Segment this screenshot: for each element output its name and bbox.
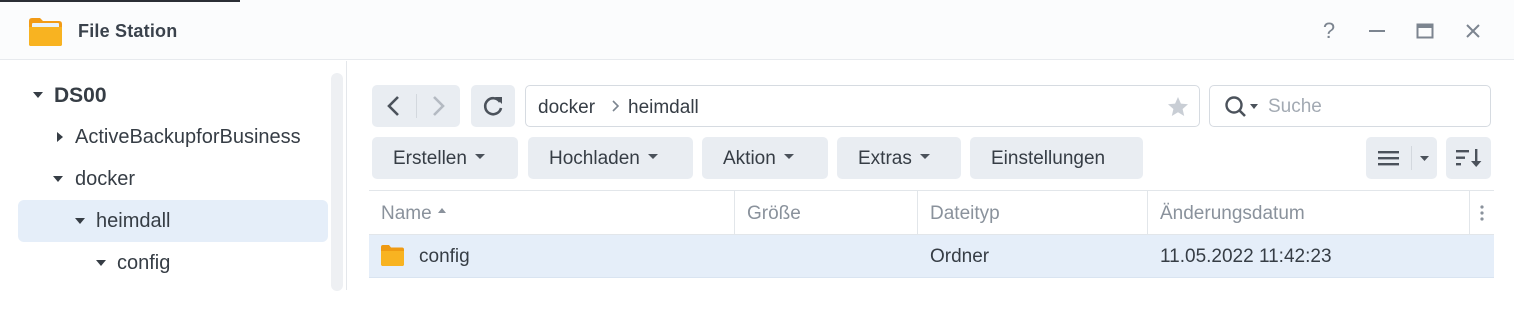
column-header-label: Größe: [747, 203, 801, 224]
search-input[interactable]: [1268, 94, 1478, 120]
favorite-star-icon[interactable]: [1166, 95, 1190, 119]
sidebar-scrollbar[interactable]: [331, 73, 343, 291]
minimize-icon: [1369, 30, 1385, 32]
forward-button[interactable]: [416, 85, 460, 127]
column-header-label: Name: [381, 203, 432, 224]
tree-item-label: DS00: [54, 84, 107, 107]
maximize-icon: [1416, 23, 1434, 39]
column-header-size[interactable]: Größe: [735, 191, 918, 234]
table-row[interactable]: config Ordner 11.05.2022 11:42:23: [369, 235, 1494, 278]
pane-divider[interactable]: [346, 61, 347, 290]
file-modified: 11.05.2022 11:42:23: [1160, 246, 1332, 267]
column-header-name[interactable]: Name: [369, 191, 735, 234]
dropdown-caret-icon: [474, 154, 485, 160]
expanded-arrow-icon: [53, 176, 63, 182]
more-vertical-icon: [1480, 205, 1484, 221]
column-header-type[interactable]: Dateityp: [918, 191, 1148, 234]
close-button[interactable]: [1460, 18, 1486, 44]
tree-item-ds00[interactable]: DS00: [18, 74, 328, 116]
list-view-icon: [1378, 146, 1429, 170]
refresh-button[interactable]: [471, 85, 515, 127]
table-header: Name Größe Dateityp Änderungsdatum: [369, 190, 1494, 235]
breadcrumb-docker[interactable]: docker: [538, 97, 595, 119]
column-header-label: Änderungsdatum: [1160, 203, 1305, 224]
folder-icon: [381, 245, 404, 266]
tree-item-heimdall[interactable]: heimdall: [18, 200, 328, 242]
action-button[interactable]: Aktion: [702, 137, 828, 179]
maximize-button[interactable]: [1412, 18, 1438, 44]
chevron-right-icon: [433, 96, 445, 116]
collapsed-arrow-icon: [57, 132, 63, 142]
view-mode-button[interactable]: [1366, 137, 1437, 179]
search-box[interactable]: [1209, 85, 1491, 127]
folder-tree: DS00 ActiveBackupforBusiness docker heim…: [0, 61, 346, 321]
create-button[interactable]: Erstellen: [372, 137, 518, 179]
extras-button-label: Extras: [858, 148, 912, 169]
settings-button-label: Einstellungen: [991, 148, 1106, 169]
path-bar[interactable]: docker heimdall: [525, 85, 1200, 127]
sort-ascending-icon: [437, 208, 446, 214]
dropdown-caret-icon: [919, 154, 930, 160]
tree-item-label: docker: [75, 168, 136, 190]
back-button[interactable]: [372, 85, 416, 127]
column-header-label: Dateityp: [930, 203, 1000, 224]
window-title: File Station: [78, 21, 178, 41]
refresh-icon: [483, 96, 503, 116]
sort-button[interactable]: [1446, 137, 1491, 179]
sort-icon: [1456, 149, 1482, 167]
expanded-arrow-icon: [96, 260, 106, 266]
dropdown-caret-icon: [783, 154, 794, 160]
minimize-button[interactable]: [1364, 18, 1390, 44]
action-button-label: Aktion: [723, 148, 776, 169]
extras-button[interactable]: Extras: [837, 137, 961, 179]
tree-item-label: heimdall: [96, 210, 171, 232]
breadcrumb-chevron-icon: [612, 100, 620, 112]
upload-button-label: Hochladen: [549, 148, 640, 169]
chevron-left-icon: [387, 96, 399, 116]
expanded-arrow-icon: [33, 92, 43, 98]
create-button-label: Erstellen: [393, 148, 467, 169]
close-icon: [1466, 24, 1480, 38]
expanded-arrow-icon: [75, 218, 85, 224]
tree-item-docker[interactable]: docker: [18, 158, 328, 200]
taskbar-edge: [0, 0, 240, 2]
search-icon[interactable]: [1224, 95, 1264, 119]
file-name: config: [419, 246, 470, 267]
help-button[interactable]: ?: [1316, 18, 1342, 44]
file-station-app-icon: [29, 18, 62, 46]
column-options-button[interactable]: [1470, 191, 1494, 234]
upload-button[interactable]: Hochladen: [528, 137, 693, 179]
file-type: Ordner: [930, 246, 990, 267]
dropdown-caret-icon: [647, 154, 658, 160]
tree-item-label: ActiveBackupforBusiness: [75, 126, 301, 148]
title-bar: File Station ?: [0, 0, 1514, 60]
column-header-modified[interactable]: Änderungsdatum: [1148, 191, 1470, 234]
tree-item-config[interactable]: config: [18, 242, 328, 284]
tree-item-label: config: [117, 252, 171, 274]
settings-button[interactable]: Einstellungen: [970, 137, 1143, 179]
back-forward-group: [372, 85, 460, 127]
tree-item-activebackupforbusiness[interactable]: ActiveBackupforBusiness: [18, 116, 328, 158]
breadcrumb-heimdall[interactable]: heimdall: [628, 97, 699, 119]
